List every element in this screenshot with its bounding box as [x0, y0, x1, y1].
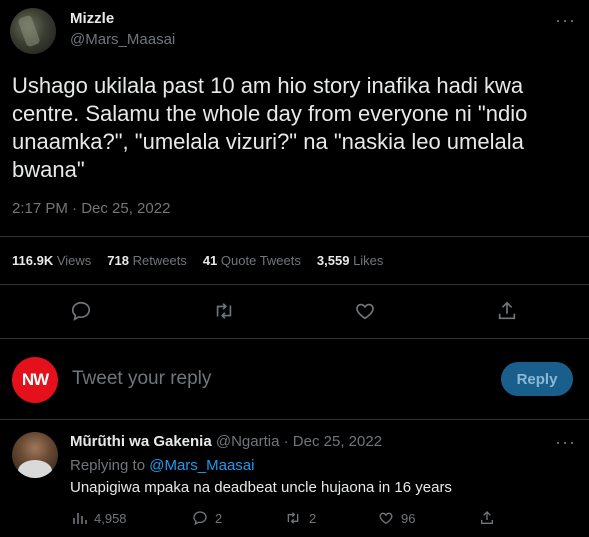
views-icon [72, 510, 88, 526]
reply-author-name[interactable]: Mũrũthi wa Gakenia [70, 433, 212, 450]
tweet-timestamp[interactable]: 2:17 PM · Dec 25, 2022 [12, 200, 170, 217]
reply-date[interactable]: · Dec 25, 2022 [284, 433, 382, 450]
share-icon[interactable] [478, 510, 496, 526]
retweets-count: 718 [107, 253, 129, 268]
divider [0, 338, 589, 339]
reply-icon [191, 510, 209, 526]
likes-stat[interactable]: 3,559 Likes [317, 253, 384, 268]
reply-author-avatar[interactable] [12, 432, 58, 478]
author-handle[interactable]: @Mars_Maasai [70, 31, 175, 48]
reply-views[interactable]: 4,958 [72, 510, 127, 526]
reply-likes[interactable]: 96 [377, 510, 415, 526]
reply-retweets[interactable]: 2 [283, 510, 316, 526]
divider [0, 419, 589, 420]
views-count: 116.9K [12, 253, 54, 268]
views-stat: 116.9K Views [12, 253, 91, 268]
retweet-icon [283, 510, 303, 526]
author-name[interactable]: Mizzle [70, 10, 114, 27]
replying-handle[interactable]: @Mars_Maasai [149, 457, 254, 474]
quotes-label: Quote Tweets [220, 253, 301, 268]
reply-retweets-count: 2 [309, 510, 317, 526]
retweets-label: Retweets [132, 253, 187, 268]
reply-author-handle[interactable]: @Ngartia [216, 433, 280, 450]
reply-replies-count: 2 [215, 510, 223, 526]
retweet-icon[interactable] [212, 300, 236, 324]
reply-text: Unapigiwa mpaka na deadbeat uncle hujaon… [70, 479, 452, 496]
more-icon[interactable]: ··· [555, 10, 576, 31]
replying-to: Replying to @Mars_Maasai [70, 457, 254, 474]
like-icon[interactable] [354, 300, 378, 324]
tweet-stats: 116.9K Views 718 Retweets 41 Quote Tweet… [12, 253, 399, 268]
current-user-avatar[interactable]: NW [12, 357, 58, 403]
reply-input[interactable]: Tweet your reply [72, 368, 211, 390]
reply-replies[interactable]: 2 [191, 510, 222, 526]
reply-icon[interactable] [70, 300, 94, 324]
reply-likes-count: 96 [401, 510, 416, 526]
reply-header: Mũrũthi wa Gakenia @Ngartia · Dec 25, 20… [70, 433, 382, 450]
quotes-stat[interactable]: 41 Quote Tweets [203, 253, 301, 268]
quotes-count: 41 [202, 253, 218, 268]
more-icon[interactable]: ··· [555, 432, 576, 453]
tweet-actions [0, 300, 589, 324]
divider [0, 284, 589, 285]
replying-label: Replying to [70, 457, 146, 474]
author-avatar[interactable] [10, 8, 56, 54]
like-icon [377, 510, 395, 526]
likes-count: 3,559 [316, 253, 350, 268]
likes-label: Likes [353, 253, 384, 268]
reply-button[interactable]: Reply [501, 362, 573, 396]
share-icon[interactable] [496, 300, 520, 324]
tweet-text: Ushago ukilala past 10 am hio story inaf… [12, 73, 528, 182]
reply-views-count: 4,958 [94, 510, 127, 526]
reply-actions: 4,958 2 2 96 [0, 510, 589, 528]
retweets-stat[interactable]: 718 Retweets [107, 253, 187, 268]
views-label: Views [56, 253, 92, 268]
divider [0, 236, 589, 237]
